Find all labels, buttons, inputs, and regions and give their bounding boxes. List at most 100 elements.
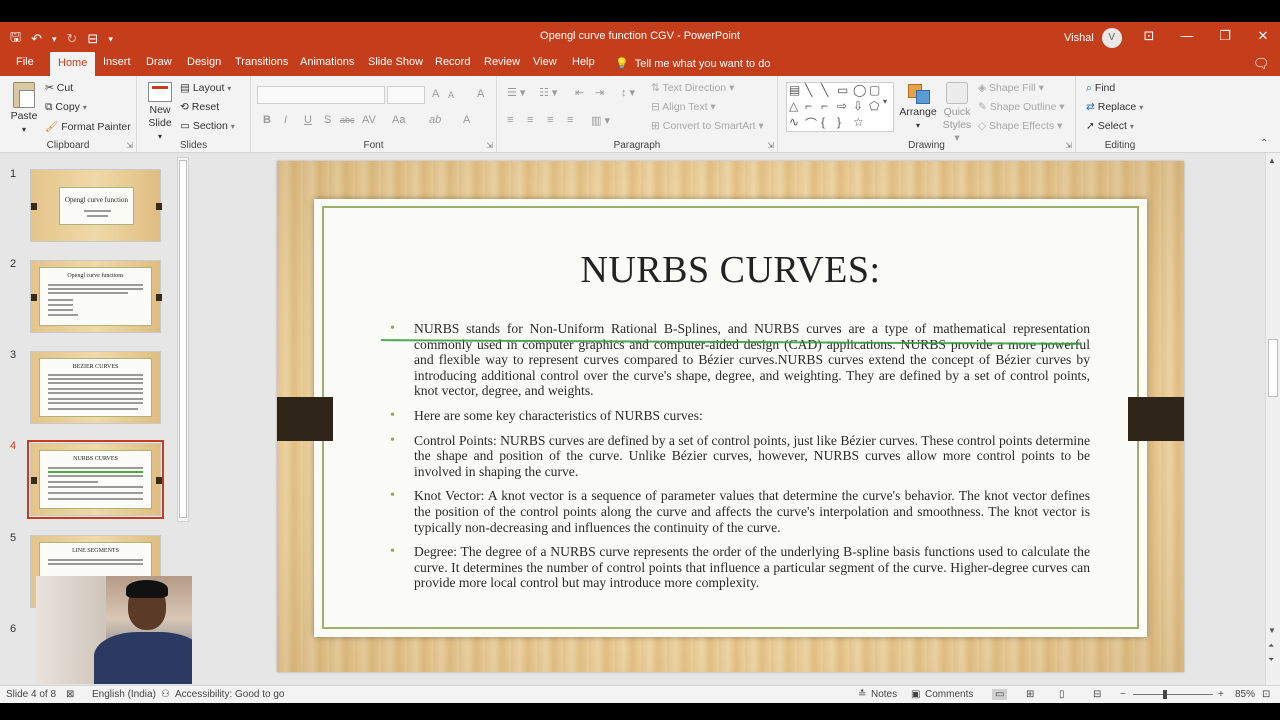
tab-draw[interactable]: Draw [146, 56, 172, 68]
avatar[interactable]: V [1101, 28, 1122, 48]
accessibility-icon[interactable]: ⚇ [161, 689, 170, 700]
collapse-ribbon-icon[interactable]: ⌃ [1260, 138, 1268, 149]
thumbnail-scrollbar-thumb[interactable] [179, 160, 187, 518]
shadow-text-button[interactable]: S [324, 114, 331, 126]
shape-outline-button[interactable]: ✎ Shape Outline ▾ [978, 101, 1065, 113]
notes-button[interactable]: Notes [871, 689, 897, 700]
format-painter-button[interactable]: 🖌 Format Painter [45, 120, 131, 133]
clipboard-launcher-icon[interactable]: ⇲ [126, 141, 133, 150]
arc-shape-icon[interactable]: ⌒ [805, 115, 817, 132]
tab-help[interactable]: Help [572, 56, 595, 68]
zoom-in-button[interactable]: + [1218, 689, 1224, 700]
scroll-up-icon[interactable]: ▲ [1268, 156, 1276, 165]
user-name[interactable]: Vishal [1064, 32, 1094, 44]
next-slide-icon[interactable]: ⏷ [1268, 655, 1274, 665]
select-button[interactable]: ➚ Select ▾ [1086, 120, 1134, 132]
ribbon-display-icon[interactable]: ⊡ [1130, 26, 1168, 46]
slide-body-text[interactable]: NURBS stands for Non-Uniform Rational B-… [390, 321, 1090, 600]
tell-me-text[interactable]: Tell me what you want to do [635, 58, 771, 70]
previous-slide-icon[interactable]: ⏶ [1268, 641, 1274, 651]
font-size-input[interactable] [387, 86, 425, 104]
spellcheck-icon[interactable]: ⊠ [66, 689, 74, 700]
bold-button[interactable]: B [263, 114, 271, 126]
normal-view-icon[interactable]: ▭ [992, 689, 1008, 700]
rectangle-shape-icon[interactable]: ▭ [837, 83, 848, 97]
brace-shape-icon[interactable]: { [821, 115, 825, 129]
elbow-shape-icon[interactable]: ⌐ [821, 99, 828, 113]
brace-close-shape-icon[interactable]: } [837, 115, 841, 129]
thumbnail-scrollbar[interactable] [177, 157, 189, 522]
slide-thumbnail-1[interactable]: Opengl curve function [30, 169, 162, 242]
shape-fill-button[interactable]: ◈ Shape Fill ▾ [978, 82, 1044, 94]
slide-thumbnail-4[interactable]: NURBS CURVES [27, 440, 164, 519]
underline-button[interactable]: U [304, 114, 312, 126]
strikethrough-button[interactable]: abc [340, 115, 355, 125]
char-spacing-button[interactable]: AV [362, 114, 376, 126]
comments-icon[interactable]: ▣ [911, 689, 920, 700]
slide-scrollbar-thumb[interactable] [1268, 339, 1278, 397]
slide-sorter-icon[interactable]: ⊞ [1026, 689, 1034, 700]
textbox-shape-icon[interactable]: ▤ [789, 83, 800, 97]
triangle-shape-icon[interactable]: △ [789, 99, 798, 113]
drawing-launcher-icon[interactable]: ⇲ [1065, 141, 1072, 150]
clear-formatting-icon[interactable]: A [477, 88, 484, 100]
comments-button[interactable]: Comments [925, 689, 973, 700]
zoom-level[interactable]: 85% [1235, 689, 1255, 700]
oval-shape-icon[interactable]: ◯ [853, 83, 866, 97]
bullets-icon[interactable]: ☰ ▾ [507, 86, 525, 99]
slide-vertical-scrollbar[interactable]: ▲ ▼ ⏶ ⏷ [1265, 153, 1280, 685]
new-slide-button[interactable]: New Slide ▾ [145, 82, 175, 143]
copy-button[interactable]: ⧉ Copy ▾ [45, 101, 87, 114]
layout-button[interactable]: ▤ Layout ▾ [180, 82, 231, 94]
zoom-slider[interactable] [1133, 694, 1213, 695]
gallery-more-icon[interactable]: ▾ [883, 97, 887, 106]
tab-view[interactable]: View [533, 56, 557, 68]
paste-dropdown-icon[interactable]: ▾ [22, 125, 26, 134]
align-left-icon[interactable]: ≡ [507, 114, 513, 126]
smartart-button[interactable]: ⊞ Convert to SmartArt ▾ [651, 120, 764, 132]
zoom-out-button[interactable]: − [1120, 689, 1126, 700]
reading-view-icon[interactable]: ▯ [1059, 689, 1065, 700]
shapes-gallery[interactable]: ▤ ╲ ╲ ▭ ◯ ▢ △ ⌐ ⌐ ⇨ ⇩ ⬠ ∿ ⌒ { } ☆ ▾ [786, 82, 894, 132]
accessibility-status[interactable]: Accessibility: Good to go [175, 689, 285, 700]
tab-transitions[interactable]: Transitions [235, 56, 288, 68]
reset-button[interactable]: ⟲ Reset [180, 101, 219, 113]
shrink-font-icon[interactable]: A [448, 90, 454, 100]
slide-thumbnail-3[interactable]: BEZIER CURVES [30, 351, 161, 424]
callout-shape-icon[interactable]: ⬠ [869, 99, 879, 113]
align-center-icon[interactable]: ≡ [527, 114, 533, 126]
tab-slide-show[interactable]: Slide Show [368, 56, 423, 68]
line-spacing-icon[interactable]: ↕ ▾ [621, 86, 635, 99]
restore-icon[interactable]: ❐ [1206, 26, 1244, 46]
slideshow-view-icon[interactable]: ⊟ [1093, 689, 1101, 700]
slide-thumbnail-2[interactable]: Opengl curve functions [30, 260, 162, 333]
italic-button[interactable]: I [284, 114, 287, 126]
tab-home[interactable]: Home [50, 52, 96, 76]
notes-icon[interactable]: ≛ [858, 689, 866, 700]
grow-font-icon[interactable]: A [432, 88, 439, 100]
font-name-input[interactable] [257, 86, 385, 104]
tab-review[interactable]: Review [484, 56, 520, 68]
paragraph-launcher-icon[interactable]: ⇲ [767, 141, 774, 150]
cut-button[interactable]: ✂ Cut [45, 82, 73, 94]
font-color-button[interactable]: A [463, 114, 470, 126]
arrange-button[interactable]: Arrange ▾ [898, 82, 938, 132]
section-button[interactable]: ▭ Section ▾ [180, 120, 235, 132]
tell-me-search[interactable]: 💡 Tell me what you want to do [615, 57, 771, 71]
highlight-button[interactable]: ab [429, 114, 441, 126]
user-area[interactable]: Vishal V [1064, 28, 1122, 48]
slide-title[interactable]: NURBS CURVES: [277, 248, 1184, 292]
line-shape-icon[interactable]: ╲ [805, 83, 812, 97]
text-direction-button[interactable]: ⇅ Text Direction ▾ [651, 82, 734, 94]
down-arrow-shape-icon[interactable]: ⇩ [853, 99, 863, 113]
star-shape-icon[interactable]: ☆ [853, 115, 864, 129]
tab-record[interactable]: Record [435, 56, 470, 68]
align-text-button[interactable]: ⊟ Align Text ▾ [651, 101, 716, 113]
paste-button[interactable]: Paste ▾ [10, 82, 38, 136]
tab-animations[interactable]: Animations [300, 56, 354, 68]
justify-icon[interactable]: ≡ [567, 114, 573, 126]
decrease-indent-icon[interactable]: ⇤ [575, 86, 584, 99]
replace-button[interactable]: ⇄ Replace ▾ [1086, 101, 1143, 113]
quick-styles-button[interactable]: Quick Styles ▾ [942, 82, 972, 145]
language-indicator[interactable]: English (India) [92, 689, 156, 700]
